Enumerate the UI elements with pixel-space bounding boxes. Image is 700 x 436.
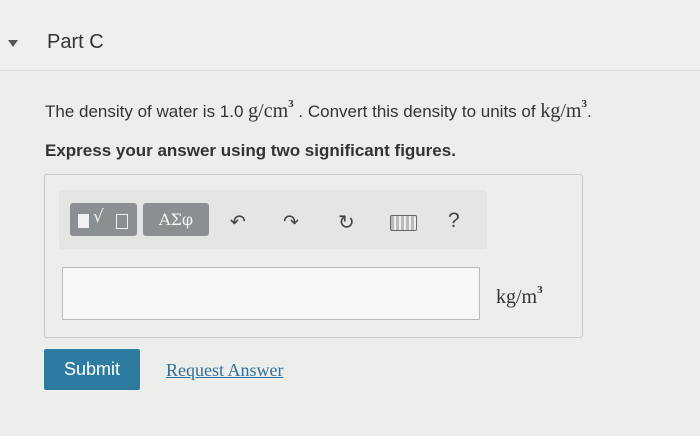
answer-unit-exponent: 3 — [537, 284, 543, 296]
question-middle: . Convert this density to units of — [298, 102, 536, 121]
question-suffix: . — [586, 102, 592, 121]
greek-symbols-button[interactable]: ΑΣφ — [143, 203, 209, 236]
density-value-unit: g/cm3 — [248, 98, 294, 122]
answer-input[interactable] — [62, 267, 480, 320]
reset-icon[interactable]: ↻ — [338, 210, 355, 234]
question-text: The density of water is 1.0 g/cm3 . Conv… — [45, 98, 592, 123]
redo-icon[interactable]: ↷ — [283, 211, 299, 233]
value-unit-base: g/cm — [248, 100, 289, 122]
template-box-icon — [116, 214, 128, 229]
answer-unit: kg/m3 — [496, 284, 543, 309]
value-unit-exponent: 3 — [288, 98, 294, 110]
template-block-icon — [78, 214, 89, 228]
part-title: Part C — [47, 31, 104, 53]
help-icon[interactable]: ? — [448, 209, 460, 233]
collapse-caret-icon[interactable] — [8, 40, 18, 47]
question-prefix: The density of water is 1.0 — [45, 102, 244, 121]
request-answer-link[interactable]: Request Answer — [166, 360, 283, 381]
target-unit: kg/m3 — [540, 98, 587, 122]
template-button[interactable]: √ — [70, 203, 137, 236]
instruction-text: Express your answer using two significan… — [45, 141, 456, 160]
target-unit-base: kg/m — [540, 100, 582, 122]
radical-icon: √ — [93, 207, 104, 227]
keyboard-icon[interactable] — [390, 215, 417, 231]
submit-button[interactable]: Submit — [44, 349, 140, 390]
part-header[interactable]: Part C — [0, 0, 700, 71]
undo-icon[interactable]: ↶ — [230, 211, 246, 233]
answer-unit-base: kg/m — [496, 286, 538, 308]
